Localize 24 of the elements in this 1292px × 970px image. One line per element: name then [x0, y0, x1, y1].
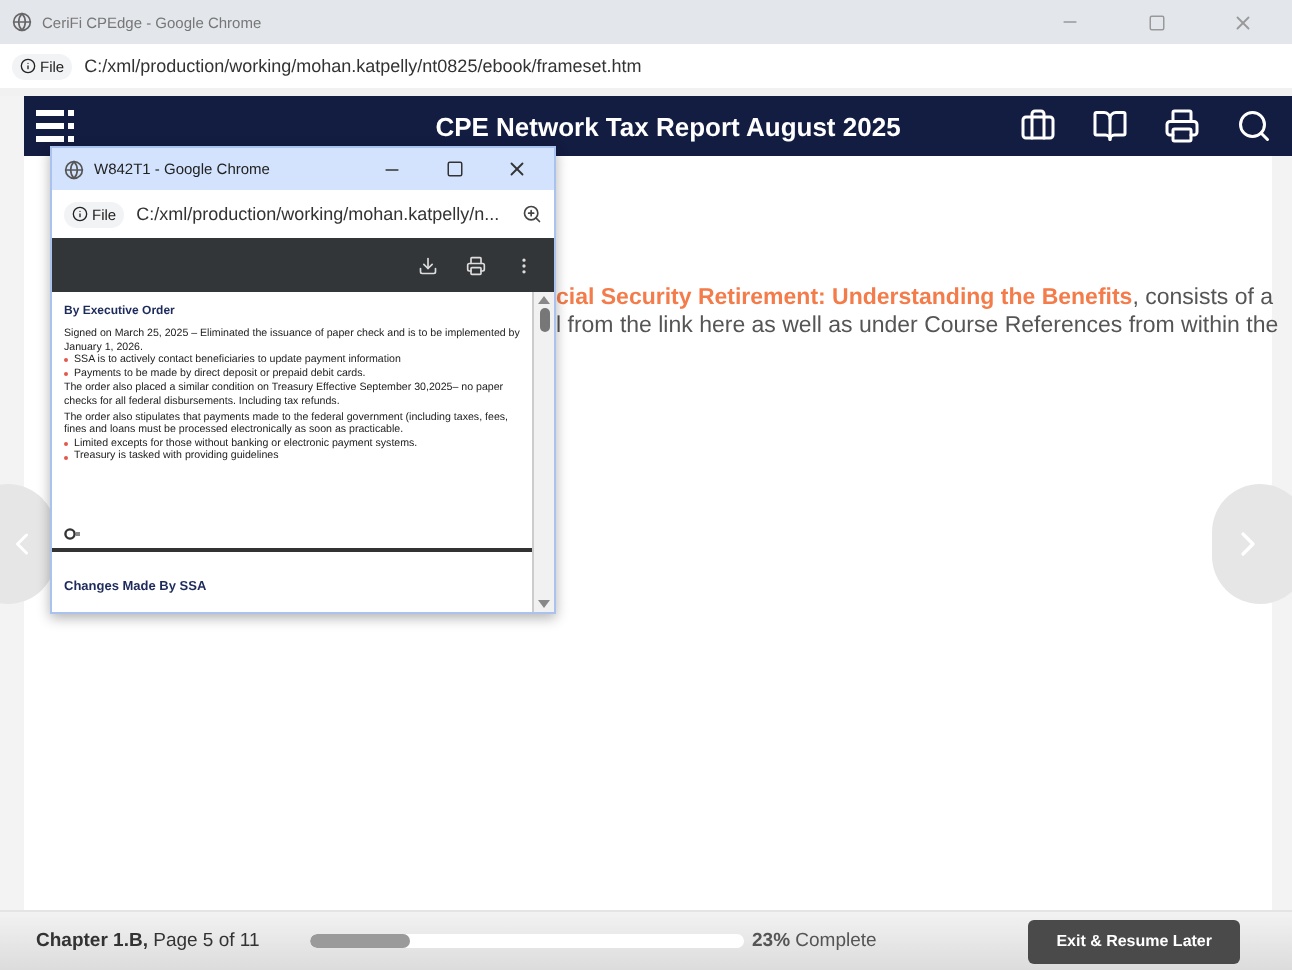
search-icon[interactable] — [1236, 108, 1272, 144]
page-indicator: Chapter 1.B, Page 5 of 11 — [36, 930, 262, 952]
globe-icon — [64, 159, 84, 179]
zoom-icon[interactable] — [522, 204, 542, 224]
logo-icon — [64, 528, 80, 540]
toolbox-icon[interactable] — [1020, 108, 1056, 144]
exit-button[interactable]: Exit & Resume Later — [1028, 919, 1240, 963]
info-icon — [20, 58, 36, 74]
course-title: CPE Network Tax Report August 2025 — [433, 111, 903, 141]
book-icon[interactable] — [1092, 108, 1128, 144]
info-icon — [72, 206, 88, 222]
url-text: C:/xml/production/working/mohan.katpelly/n... — [136, 204, 502, 224]
globe-icon — [12, 12, 32, 32]
url-text: C:/xml/production/working/mohan.katpelly/nt0825/ebook/frameset.htm — [84, 56, 644, 76]
maximize-icon[interactable] — [445, 160, 463, 178]
scroll-thumb[interactable] — [539, 308, 549, 332]
progress-text: 23% Complete — [752, 930, 879, 952]
print-icon[interactable] — [1164, 108, 1200, 144]
scroll-up-icon[interactable] — [538, 296, 550, 304]
print-icon[interactable] — [466, 255, 486, 275]
scroll-down-icon[interactable] — [538, 600, 550, 608]
close-icon[interactable] — [505, 158, 527, 180]
download-icon[interactable] — [418, 255, 438, 275]
menu-icon[interactable] — [36, 110, 76, 142]
